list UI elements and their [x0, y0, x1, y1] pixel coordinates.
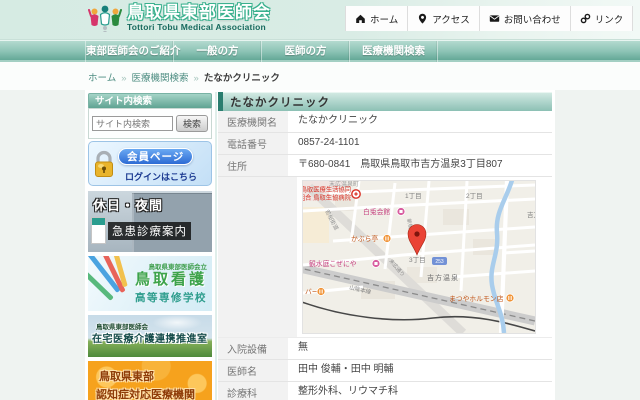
table-row: 診療科 整形外科、リウマチ科	[218, 382, 552, 400]
breadcrumb-band: ホーム » 医療機関検索 » たなかクリニック	[0, 62, 640, 90]
clinic-map[interactable]: 末広温泉町 吉方 1丁目 2丁目 3丁目 吉方温泉 若桜街道 新橋通り 末広通り…	[303, 181, 535, 333]
dementia-banner-line2: 認知症対応医療機関	[96, 386, 195, 400]
route-badge-number: 253	[435, 259, 444, 265]
page-title: たなかクリニック	[218, 92, 552, 111]
flyer-decoration	[91, 217, 106, 244]
map-row: 末広温泉町 吉方 1丁目 2丁目 3丁目 吉方温泉 若桜街道 新橋通り 末広通り…	[218, 177, 552, 338]
home-icon	[355, 13, 366, 24]
row-value: 無	[288, 338, 552, 359]
nav-item-about[interactable]: 東部医師会のご紹介	[85, 41, 173, 63]
breadcrumb: ホーム » 医療機関検索 » たなかクリニック	[88, 70, 280, 84]
page: 鳥取県東部医師会 Tottori Tobu Medical Associatio…	[0, 0, 640, 400]
area-label-1chome: 1丁目	[405, 192, 422, 200]
table-row: 入院設備 無	[218, 338, 552, 360]
mail-icon	[489, 13, 500, 24]
clinic-detail-panel: たなかクリニック 医療機関名 たなかクリニック 電話番号 0857-24-110…	[218, 92, 552, 400]
nav-item-general[interactable]: 一般の方	[173, 41, 261, 63]
nursing-school-banner[interactable]: 鳥取県東部医師会立 鳥取看護 高等専修学校	[88, 256, 212, 311]
breadcrumb-current: たなかクリニック	[204, 73, 280, 84]
row-value: 整形外科、リウマチ科	[288, 382, 552, 400]
home-care-banner-line1: 在宅医療介護連携推進室	[92, 330, 208, 345]
home-care-banner[interactable]: 鳥取県東部医師会 在宅医療介護連携推進室	[88, 315, 212, 357]
association-logo-icon	[88, 3, 122, 33]
member-login-link[interactable]: ログインはこちら	[125, 170, 197, 183]
utility-nav-contact[interactable]: お問い合わせ	[480, 6, 571, 31]
site-search-form: 検索	[88, 108, 212, 139]
poi-matsuya: まつやホルモン店	[449, 294, 504, 303]
row-label: 診療科	[218, 382, 288, 400]
table-row: 医療機関名 たなかクリニック	[218, 111, 552, 133]
utility-nav-label: ホーム	[370, 12, 398, 26]
poi-kozeniya: 観水庭こぜにや	[309, 259, 357, 268]
nursing-banner-line1: 鳥取看護	[135, 271, 207, 290]
main-nav-items: 東部医師会のご紹介 一般の方 医師の方 医療機関検索	[85, 41, 437, 63]
table-row: 医師名 田中 俊輔・田中 明輔	[218, 360, 552, 382]
nursing-banner-text: 鳥取県東部医師会立 鳥取看護 高等専修学校	[135, 261, 207, 305]
padlock-icon	[93, 150, 115, 180]
row-label: 住所	[218, 155, 288, 176]
utility-nav-home[interactable]: ホーム	[346, 6, 408, 31]
row-value: たなかクリニック	[288, 111, 552, 132]
row-label: 電話番号	[218, 133, 288, 154]
utility-nav: ホーム アクセス お問い合わせ リンク	[345, 6, 633, 31]
utility-nav-links[interactable]: リンク	[571, 6, 634, 31]
breadcrumb-separator: »	[121, 73, 126, 84]
area-label-3chome: 3丁目	[409, 256, 426, 264]
map-pin-icon	[417, 13, 428, 24]
site-search-input[interactable]	[92, 116, 173, 131]
nursing-banner-small: 鳥取県東部医師会立	[135, 261, 207, 271]
row-value: 〒680-0841 鳥取県鳥取市吉方温泉3丁目807	[288, 155, 552, 176]
site-logo[interactable]: 鳥取県東部医師会 Tottori Tobu Medical Associatio…	[88, 3, 271, 33]
dementia-banner-line1: 鳥取県東部	[99, 368, 154, 384]
breadcrumb-search[interactable]: 医療機関検索	[132, 73, 189, 84]
area-label-2chome: 2丁目	[466, 192, 483, 200]
area-label-onsen: 吉方温泉	[427, 273, 459, 282]
nav-item-search[interactable]: 医療機関検索	[349, 41, 437, 63]
poi-hospital-line2: 組合 鳥取生協病院	[303, 193, 352, 202]
nav-item-doctors[interactable]: 医師の方	[261, 41, 349, 63]
top-header: 鳥取県東部医師会 Tottori Tobu Medical Associatio…	[0, 0, 640, 40]
row-label: 入院設備	[218, 338, 288, 359]
breadcrumb-home[interactable]: ホーム	[88, 73, 116, 84]
map-cell: 末広温泉町 吉方 1丁目 2丁目 3丁目 吉方温泉 若桜街道 新橋通り 末広通り…	[297, 177, 535, 337]
row-value: 田中 俊輔・田中 明輔	[288, 360, 552, 381]
utility-nav-label: リンク	[595, 12, 624, 26]
poi-hospital-line1: 鳥取医療生活協同	[303, 185, 351, 194]
site-subtitle: Tottori Tobu Medical Association	[127, 22, 271, 32]
utility-nav-label: アクセス	[432, 12, 470, 26]
holiday-banner-line1: 休日・夜間	[93, 195, 163, 214]
site-search-button[interactable]: 検索	[176, 115, 208, 132]
holiday-emergency-banner[interactable]: 休日・夜間 急患診療案内	[88, 191, 212, 252]
row-label: 医療機関名	[218, 111, 288, 132]
holiday-banner-line2: 急患診療案内	[108, 222, 191, 240]
nursing-banner-line2: 高等専修学校	[135, 290, 207, 305]
utility-nav-label: お問い合わせ	[504, 12, 561, 26]
breadcrumb-separator: »	[194, 73, 199, 84]
area-label-partial-right: 吉方	[527, 210, 535, 219]
member-page-banner[interactable]: 会員ページ ログインはこちら	[88, 141, 212, 186]
member-page-label: 会員ページ	[118, 148, 193, 165]
logo-text: 鳥取県東部医師会 Tottori Tobu Medical Associatio…	[127, 4, 271, 33]
content-divider	[215, 92, 217, 400]
site-title: 鳥取県東部医師会	[127, 4, 271, 23]
table-row: 電話番号 0857-24-1101	[218, 133, 552, 155]
map-row-label	[218, 177, 297, 337]
table-row: 住所 〒680-0841 鳥取県鳥取市吉方温泉3丁目807	[218, 155, 552, 177]
site-search-title: サイト内検索	[88, 93, 212, 108]
main-nav: 東部医師会のご紹介 一般の方 医師の方 医療機関検索	[0, 40, 640, 62]
dementia-banner[interactable]: 鳥取県東部 認知症対応医療機関	[88, 361, 212, 400]
poi-hakuto-hall: 白兎会館	[363, 207, 390, 216]
poi-kaburatei: かぶら亭	[351, 234, 378, 243]
link-icon	[580, 13, 591, 24]
utility-nav-access[interactable]: アクセス	[408, 6, 480, 31]
site-search-box: サイト内検索 検索	[88, 93, 212, 139]
row-label: 医師名	[218, 360, 288, 381]
row-value: 0857-24-1101	[288, 133, 552, 154]
